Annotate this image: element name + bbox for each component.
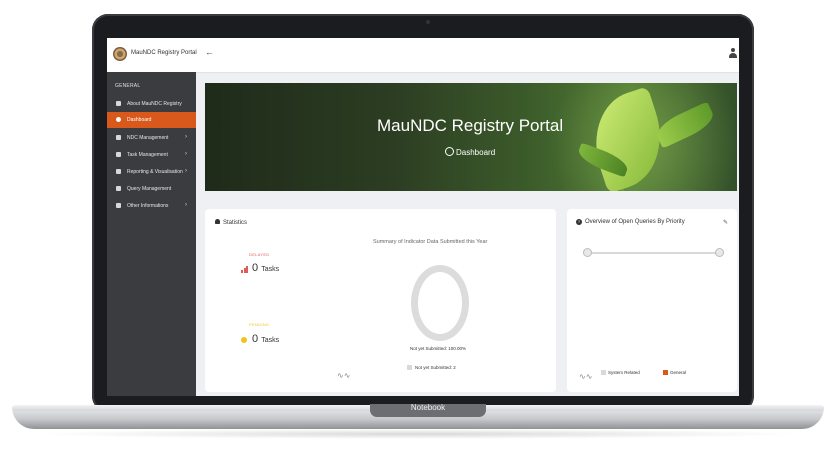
legend-swatch-system <box>601 370 606 375</box>
range-slider-min-handle[interactable] <box>583 248 592 257</box>
document-icon <box>116 135 121 140</box>
user-icon[interactable] <box>729 48 737 58</box>
chevron-right-icon: › <box>185 134 187 140</box>
sidebar-item-label: About MauNDC Registry <box>127 101 182 107</box>
legend-swatch <box>407 365 412 370</box>
range-slider-track[interactable] <box>587 252 721 254</box>
statistics-title: Statistics <box>215 219 247 226</box>
sidebar: GENERAL About MauNDC Registry Dashboard … <box>107 72 196 396</box>
sidebar-item-task-management[interactable]: Task Management › <box>107 147 196 163</box>
top-bar: MauNDC Registry Portal ← <box>107 38 739 73</box>
banner-breadcrumb: Dashboard <box>445 147 495 157</box>
legend-label[interactable]: Not yet Submitted: 2 <box>415 365 456 370</box>
sidebar-item-query-management[interactable]: Query Management <box>107 181 196 197</box>
donut-caption: Not yet Submitted: 100.00% <box>410 346 467 351</box>
pending-count: 0 Tasks <box>252 333 280 345</box>
question-icon <box>116 186 121 191</box>
pending-label: PENDING <box>249 322 270 327</box>
banner-title: MauNDC Registry Portal <box>377 116 564 135</box>
sidebar-item-label: Task Management <box>127 152 168 158</box>
bell-icon <box>215 219 220 224</box>
pending-dot-icon <box>241 337 247 343</box>
sidebar-item-label: Query Management <box>127 186 172 192</box>
sparkline-icon: ∿∿ <box>337 371 351 380</box>
dashboard-icon <box>116 117 121 122</box>
banner-subtitle: Dashboard <box>456 148 496 157</box>
sidebar-item-ndc-management[interactable]: NDC Management › <box>107 130 196 146</box>
sidebar-item-other-informations[interactable]: Other Informations › <box>107 198 196 214</box>
sparkline-icon: ∿∿ <box>579 372 593 381</box>
sidebar-item-label: NDC Management <box>127 135 169 141</box>
bar-chart-icon <box>241 266 248 273</box>
chevron-right-icon: › <box>185 168 187 174</box>
edit-icon[interactable]: ✎ <box>723 219 728 226</box>
sidebar-item-label: Dashboard <box>127 117 152 123</box>
legend-swatch-general <box>663 370 668 375</box>
queries-title: ? Overview of Open Queries By Priority <box>576 219 685 225</box>
laptop-label: Notebook <box>410 403 446 412</box>
laptop-shadow <box>30 429 806 439</box>
legend-general[interactable]: General <box>670 370 686 375</box>
sidebar-item-label: Other Informations <box>127 203 169 209</box>
sidebar-item-reporting[interactable]: Reporting & Visualisation › <box>107 164 196 180</box>
delayed-label: DELAYED <box>249 252 270 257</box>
gear-icon <box>116 203 121 208</box>
statistics-card: Statistics DELAYED 0 Tasks PENDING 0 Tas… <box>205 209 556 392</box>
screen: MauNDC Registry Portal ← GENERAL About M… <box>107 38 739 396</box>
donut-chart <box>411 265 469 341</box>
sidebar-section-title: GENERAL <box>115 83 141 89</box>
sidebar-item-label: Reporting & Visualisation <box>127 169 183 175</box>
dashboard-icon <box>445 147 454 156</box>
sidebar-item-about[interactable]: About MauNDC Registry <box>107 96 196 112</box>
info-icon <box>116 101 121 106</box>
delayed-count: 0 Tasks <box>252 262 280 274</box>
back-arrow-icon[interactable]: ← <box>205 47 214 57</box>
hero-banner: MauNDC Registry Portal Dashboard <box>205 83 737 191</box>
question-icon: ? <box>576 219 582 225</box>
webcam <box>426 20 430 24</box>
chevron-right-icon: › <box>185 151 187 157</box>
logo-icon <box>113 47 127 61</box>
brand-title: MauNDC Registry Portal <box>131 50 197 56</box>
grid-icon <box>116 152 121 157</box>
range-slider-max-handle[interactable] <box>715 248 724 257</box>
sidebar-item-dashboard[interactable]: Dashboard <box>107 112 196 128</box>
statistics-title-text: Statistics <box>223 220 248 226</box>
open-queries-card: ? Overview of Open Queries By Priority ✎ … <box>567 209 737 392</box>
summary-title: Summary of Indicator Data Submitted this… <box>373 239 488 245</box>
report-icon <box>116 169 121 174</box>
chevron-right-icon: › <box>185 202 187 208</box>
queries-title-text: Overview of Open Queries By Priority <box>585 219 685 225</box>
legend-system-related[interactable]: System Related <box>608 370 640 375</box>
